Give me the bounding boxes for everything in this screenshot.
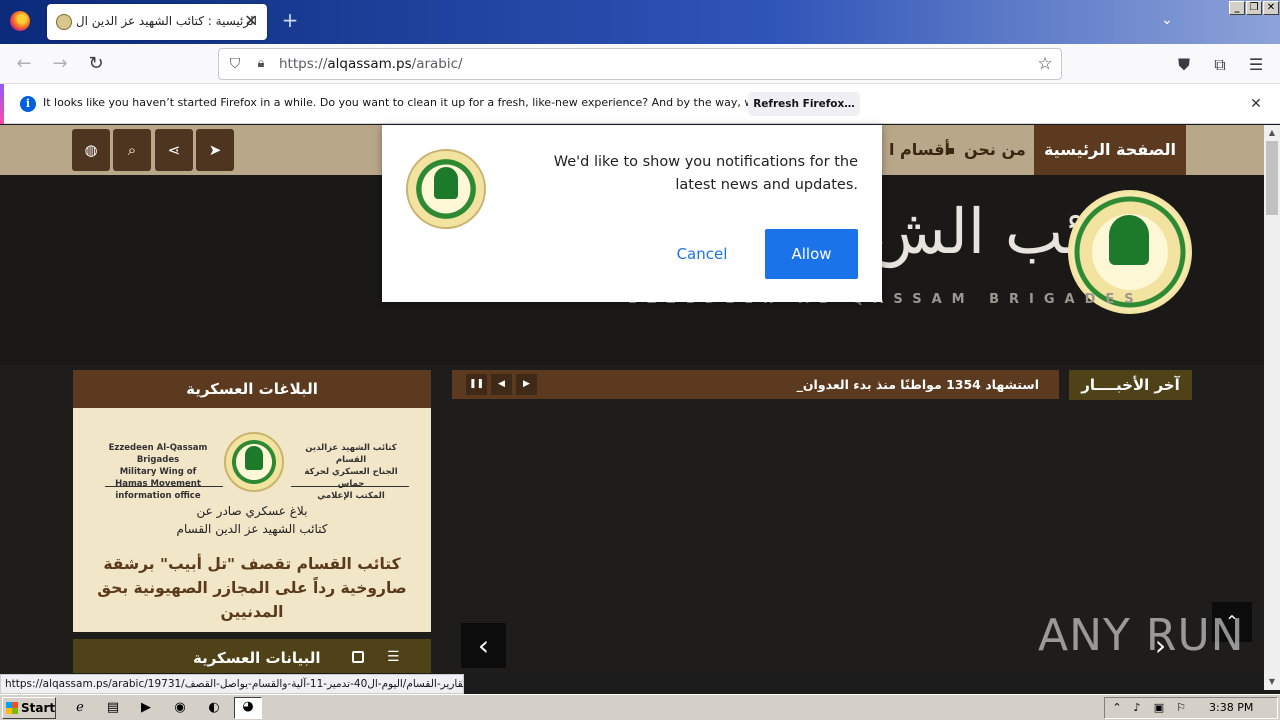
pocket-icon[interactable]: ⛊ [1173,54,1195,76]
system-tray: ⌃ ♪ ▣ ⚐ 3:38 PM [1104,697,1278,719]
popup-emblem-logo [406,149,486,229]
statement-issuer-line2: كتائب الشهيد عز الدين القسام [176,522,328,536]
back-arrow-icon[interactable]: ← [12,52,36,76]
statement-headline: كتائب القسام تقصف "تل أبيب" برشقة صاروخي… [97,555,407,621]
slider-prev-chevron-icon[interactable]: ‹ [461,623,506,668]
nav-sections[interactable]: أقسام ا [889,125,950,175]
info-icon: i [20,96,36,112]
ticker-next-icon[interactable]: ▶ [516,374,537,395]
card-divider-right [291,486,409,487]
ticker-prev-icon[interactable]: ◀ [491,374,512,395]
close-window-button[interactable]: ✕ [1263,1,1279,15]
browser-tab[interactable]: الرئيسية : كتائب الشهيد عز الدين ال ✕ [47,4,267,40]
chrome-icon[interactable]: ◉ [170,699,190,717]
statement-issuer-line1: بلاغ عسكري صادر عن [196,504,308,518]
anyrun-watermark: ANY RUN [1038,610,1245,661]
nav-about[interactable]: من نحن [964,125,1026,175]
card-english-header: Ezzedeen Al-Qassam Brigades Military Win… [103,442,213,502]
refresh-firefox-infobar: i It looks like you haven’t started Fire… [0,84,1280,124]
infobar-accent [0,84,4,124]
share-icon[interactable]: ⋖ [155,129,193,171]
globe-icon[interactable]: ◍ [72,129,110,171]
scroll-down-arrow-icon[interactable]: ▼ [1264,674,1280,690]
firefox-logo-icon[interactable] [10,11,30,31]
card-emblem-logo [224,432,284,492]
reload-icon[interactable]: ↻ [84,52,108,76]
military-statement-card[interactable]: Ezzedeen Al-Qassam Brigades Military Win… [73,408,431,632]
network-icon[interactable]: ▣ [1151,700,1167,716]
clock[interactable]: 3:38 PM [1209,701,1253,714]
notification-cancel-button[interactable]: Cancel [662,229,742,279]
url-host: alqassam.ps [327,56,412,72]
refresh-firefox-button[interactable]: Refresh Firefox… [748,92,860,116]
list-icon[interactable]: ☰ [387,649,403,665]
notification-allow-button[interactable]: Allow [765,229,858,279]
url-scheme: https:// [279,56,328,72]
card-divider-left [105,486,223,487]
card-arabic-header: كتائب الشهيد عزالدين القسام الجناح العسك… [291,442,411,502]
scrollbar-thumb[interactable] [1266,141,1278,215]
flag-icon[interactable]: ⚐ [1173,700,1189,716]
folder-icon[interactable]: ▤ [103,699,123,717]
military-statements-heading[interactable]: البلاغات العسكرية [73,370,431,408]
lock-icon[interactable]: 🔒︎ [253,56,269,72]
windows-taskbar: Start ℯ ▤ ▶ ◉ ◐ ◕ ⌃ ♪ ▣ ⚐ 3:38 PM [0,694,1280,720]
window-controls: _ ❐ ✕ [1229,1,1279,15]
ticker-headline[interactable]: استشهاد 1354 مواطنًا منذ بدء العدوان_ [797,370,1039,399]
tracking-shield-icon[interactable]: ⛉ [227,56,243,72]
tray-expand-icon[interactable]: ⌃ [1109,700,1125,716]
extensions-icon[interactable]: ⧉ [1209,54,1231,76]
restore-button[interactable]: ❐ [1246,1,1262,15]
card-ar-line: كتائب الشهيد عزالدين القسام [305,443,397,465]
infobar-close-icon[interactable]: ✕ [1246,94,1266,114]
military-statements-bar[interactable]: البيانات العسكرية ☰ [73,639,431,673]
checkbox-icon[interactable] [352,651,364,663]
minimize-button[interactable]: _ [1229,1,1245,15]
forward-arrow-icon[interactable]: → [48,52,72,76]
bookmark-star-icon[interactable]: ☆ [1035,54,1055,74]
card-ar-line: المكتب الإعلامي [317,491,385,501]
start-button[interactable]: Start [2,697,56,719]
new-tab-button[interactable]: + [280,10,300,31]
url-bar[interactable]: ⛉ 🔒︎ https://alqassam.ps/arabic/ ☆ [218,48,1062,80]
edge-icon[interactable]: ◐ [204,699,224,717]
list-tabs-chevron-icon[interactable]: ⌄ [1157,12,1177,32]
tab-title: الرئيسية : كتائب الشهيد عز الدين ال [77,14,257,28]
url-text[interactable]: https://alqassam.ps/arabic/ [279,56,463,72]
statements-bar-label: البيانات العسكرية [193,649,321,667]
link-status-bar: https://alqassam.ps/arabic/19731/تقارير-… [0,674,464,694]
news-ticker: ❚❚ ◀ ▶ استشهاد 1354 مواطنًا منذ بدء العد… [452,370,1059,399]
notification-permission-popup: We'd like to show you notifications for … [382,125,882,302]
volume-icon[interactable]: ♪ [1129,700,1145,716]
url-path: /arabic/ [411,56,463,72]
card-en-line: information office [115,491,201,501]
ticker-pause-icon[interactable]: ❚❚ [466,374,487,395]
nav-home[interactable]: الصفحة الرئيسية [1034,125,1186,175]
telegram-icon[interactable]: ➤ [196,129,234,171]
infobar-message: It looks like you haven’t started Firefo… [43,96,828,109]
tab-close-icon[interactable]: ✕ [241,11,261,31]
media-player-icon[interactable]: ▶ [136,699,156,717]
ie-icon[interactable]: ℯ [70,699,90,717]
page-scrollbar[interactable]: ▲ ▼ [1264,125,1280,690]
menu-hamburger-icon[interactable]: ☰ [1245,54,1267,76]
site-favicon-icon [56,14,72,30]
browser-navbar: ← → ↻ ⛉ 🔒︎ https://alqassam.ps/arabic/ ☆… [0,44,1280,84]
notification-message: We'd like to show you notifications for … [553,154,858,193]
latest-news-label: آخر الأخبــــار [1069,370,1192,400]
browser-titlebar: الرئيسية : كتائب الشهيد عز الدين ال ✕ + … [0,0,1280,44]
nav-separator: ▪ [947,143,956,157]
firefox-taskbar-icon[interactable]: ◕ [234,697,262,719]
search-icon[interactable]: ⌕ [113,129,151,171]
card-en-line: Ezzedeen Al-Qassam Brigades [108,443,208,465]
scroll-up-arrow-icon[interactable]: ▲ [1264,125,1280,141]
